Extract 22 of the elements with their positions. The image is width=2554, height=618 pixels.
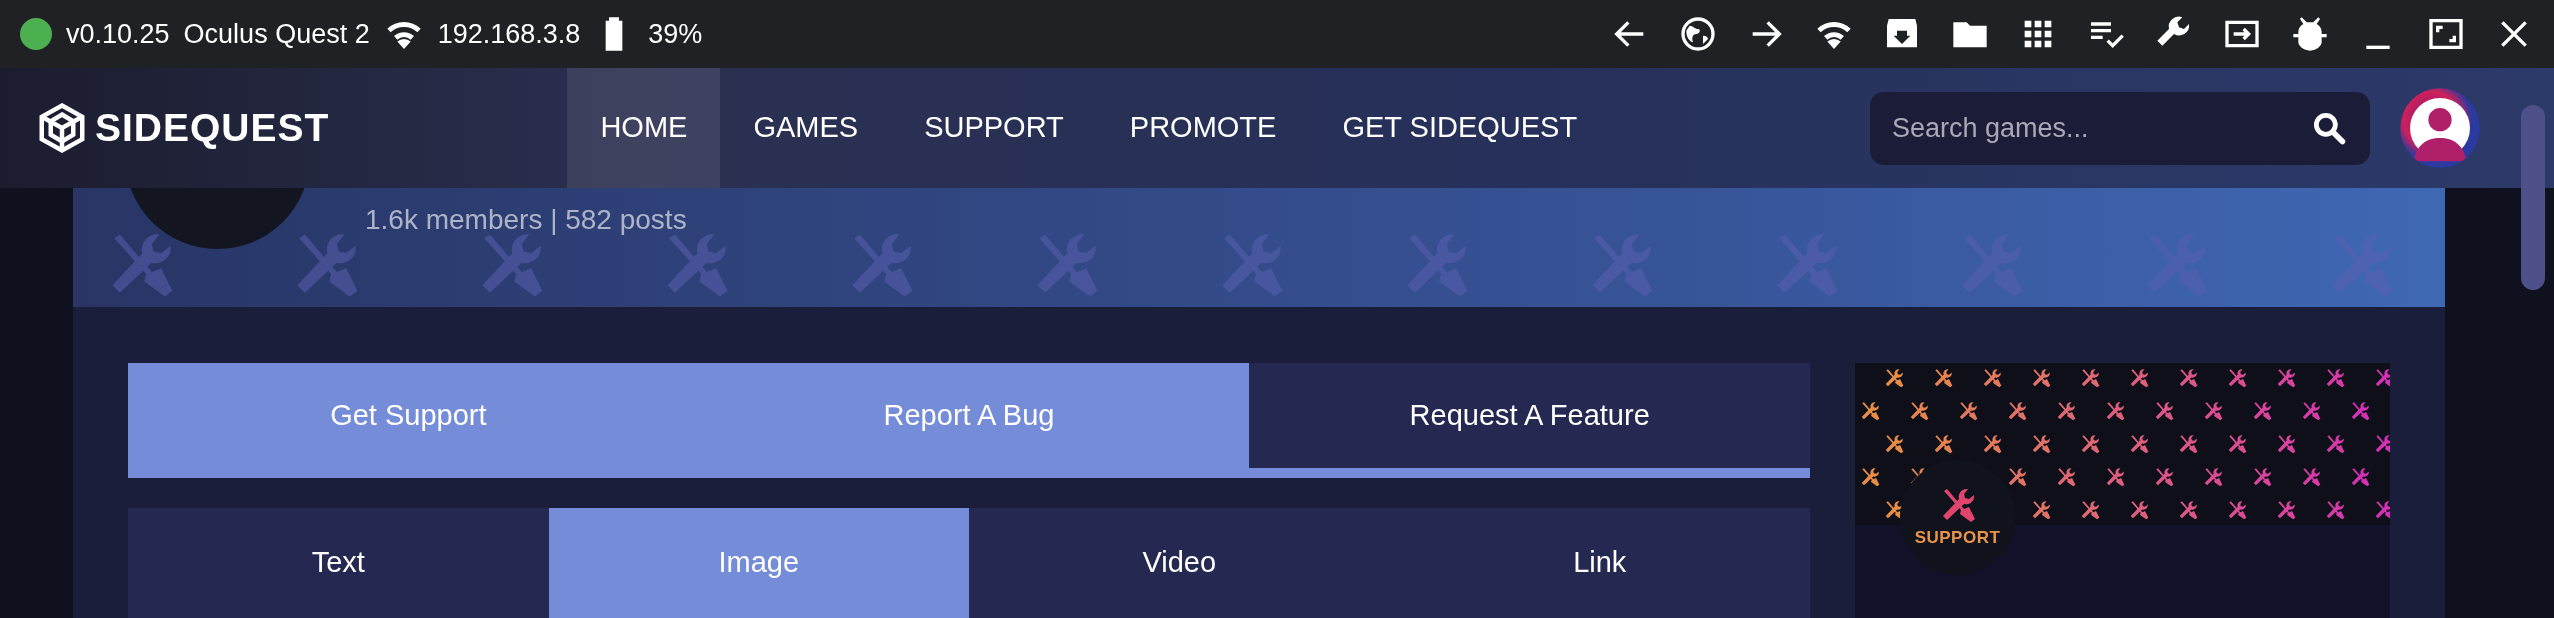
nav-link[interactable]: GAMES <box>720 68 892 188</box>
bug-icon[interactable] <box>2290 14 2330 54</box>
search-field[interactable]: Search games... <box>1870 91 2370 165</box>
tab[interactable]: Request A Feature <box>1249 363 1810 468</box>
avatar-icon[interactable] <box>2400 88 2480 168</box>
nav-link[interactable]: GET SIDEQUEST <box>1309 68 1611 188</box>
community-stats: 1.6k members | 582 posts <box>365 203 687 237</box>
nav-link[interactable]: HOME <box>567 68 721 188</box>
logo-label: SUPPORT <box>1914 526 2001 549</box>
app-version: v0.10.25 <box>66 17 170 51</box>
device-name: Oculus Quest 2 <box>183 17 370 51</box>
battery-percent: 39% <box>648 17 703 51</box>
logo-text: SIDEQUEST <box>95 104 330 151</box>
tab[interactable]: Link <box>1389 508 1810 618</box>
nav-link[interactable]: PROMOTE <box>1096 68 1310 188</box>
nav-link[interactable]: SUPPORT <box>891 68 1097 188</box>
tab[interactable]: Video <box>969 508 1390 618</box>
community-card[interactable]: SUPPORT <box>1855 363 2390 618</box>
scrollbar-thumb[interactable] <box>2521 105 2545 290</box>
tab[interactable]: Text <box>128 508 549 618</box>
ip-address: 192.168.3.8 <box>437 17 581 51</box>
globe-icon[interactable] <box>1678 14 1718 54</box>
